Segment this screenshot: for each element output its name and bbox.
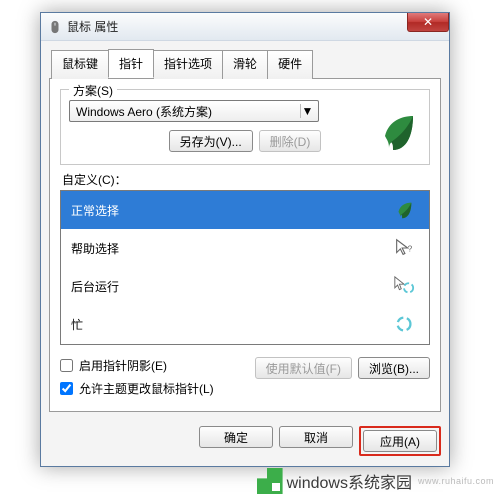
list-item[interactable]: 后台运行 bbox=[61, 267, 429, 305]
close-icon: ✕ bbox=[423, 15, 433, 29]
use-default-button: 使用默认值(F) bbox=[255, 357, 352, 379]
tab-hardware[interactable]: 硬件 bbox=[267, 50, 313, 79]
saveas-button[interactable]: 另存为(V)... bbox=[169, 130, 253, 152]
list-item-label: 正常选择 bbox=[71, 202, 119, 219]
cancel-button[interactable]: 取消 bbox=[279, 426, 353, 448]
list-item-label: 后台运行 bbox=[71, 278, 119, 295]
tab-pointers[interactable]: 指针 bbox=[108, 49, 154, 78]
pointer-preview bbox=[373, 108, 421, 156]
browse-button[interactable]: 浏览(B)... bbox=[358, 357, 430, 379]
tab-pointer-options[interactable]: 指针选项 bbox=[153, 50, 223, 79]
theme-checkbox-row[interactable]: 允许主题更改鼠标指针(L) bbox=[60, 380, 214, 397]
list-item[interactable]: - bbox=[61, 343, 429, 345]
dialog-body: 鼠标键 指针 指针选项 滑轮 硬件 方案(S) Windows Aero (系统… bbox=[41, 41, 449, 418]
custom-label: 自定义(C)： bbox=[62, 171, 430, 188]
shadow-checkbox-row[interactable]: 启用指针阴影(E) bbox=[60, 357, 214, 374]
arrow-help-icon: ? bbox=[393, 237, 415, 259]
tab-wheel[interactable]: 滑轮 bbox=[222, 50, 268, 79]
theme-label: 允许主题更改鼠标指针(L) bbox=[79, 380, 214, 397]
list-item[interactable]: 帮助选择 ? bbox=[61, 229, 429, 267]
apply-button[interactable]: 应用(A) bbox=[363, 430, 437, 452]
list-item-label: 帮助选择 bbox=[71, 240, 119, 257]
scheme-group-label: 方案(S) bbox=[69, 82, 117, 99]
tab-buttons[interactable]: 鼠标键 bbox=[51, 50, 109, 79]
scheme-selected: Windows Aero (系统方案) bbox=[76, 103, 212, 120]
theme-checkbox[interactable] bbox=[60, 382, 73, 395]
mouse-properties-dialog: 鼠标 属性 ✕ 鼠标键 指针 指针选项 滑轮 硬件 方案(S) Windows … bbox=[40, 12, 450, 467]
tab-strip: 鼠标键 指针 指针选项 滑轮 硬件 bbox=[51, 49, 441, 78]
scheme-combobox[interactable]: Windows Aero (系统方案) ▼ bbox=[69, 100, 319, 122]
list-item[interactable]: 正常选择 bbox=[61, 191, 429, 229]
spin-icon bbox=[393, 313, 415, 335]
shadow-label: 启用指针阴影(E) bbox=[79, 357, 167, 374]
apply-highlight: 应用(A) bbox=[359, 426, 441, 456]
scheme-group: 方案(S) Windows Aero (系统方案) ▼ 另存为(V)... 删除… bbox=[60, 89, 430, 165]
close-button[interactable]: ✕ bbox=[407, 13, 449, 32]
list-item-label: 忙 bbox=[71, 316, 83, 333]
svg-text:?: ? bbox=[408, 245, 413, 254]
watermark-sub: www.ruhaifu.com bbox=[418, 476, 494, 486]
pointer-listbox[interactable]: 正常选择 帮助选择 ? 后台运行 bbox=[60, 190, 430, 345]
list-item[interactable]: 忙 bbox=[61, 305, 429, 343]
window-title: 鼠标 属性 bbox=[67, 18, 118, 35]
delete-button: 删除(D) bbox=[259, 130, 322, 152]
titlebar: 鼠标 属性 ✕ bbox=[41, 13, 449, 41]
watermark: windows系统家园 www.ruhaifu.com bbox=[257, 468, 494, 494]
ok-button[interactable]: 确定 bbox=[199, 426, 273, 448]
tab-pane-pointers: 方案(S) Windows Aero (系统方案) ▼ 另存为(V)... 删除… bbox=[49, 78, 441, 412]
leaf-icon bbox=[393, 199, 415, 221]
dialog-button-row: 确定 取消 应用(A) bbox=[41, 418, 449, 466]
mouse-icon bbox=[47, 19, 63, 35]
watermark-brand: windows系统家园 bbox=[287, 469, 412, 493]
shadow-checkbox[interactable] bbox=[60, 359, 73, 372]
arrow-spin-icon bbox=[393, 275, 415, 297]
watermark-logo-icon bbox=[257, 468, 283, 494]
chevron-down-icon: ▼ bbox=[300, 104, 314, 118]
